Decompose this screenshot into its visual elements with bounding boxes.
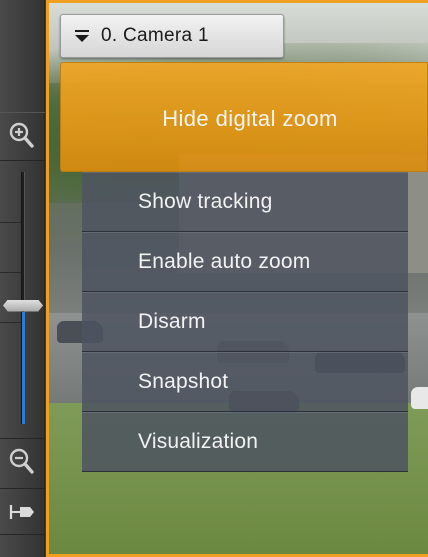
menu-item-label: Snapshot (138, 370, 229, 393)
zoom-slider-handle[interactable] (3, 299, 43, 312)
toolbar-divider (0, 112, 45, 113)
toolbar-divider (0, 160, 45, 161)
menu-item-show-tracking[interactable]: Show tracking (82, 172, 408, 232)
zoom-toolbar (0, 0, 45, 557)
zoom-slider-fill (22, 311, 25, 424)
dropdown-triangle-icon (75, 30, 89, 42)
slider-tick (0, 322, 22, 323)
menu-item-disarm[interactable]: Disarm (82, 292, 408, 352)
fit-to-window-button[interactable] (3, 494, 41, 530)
toolbar-divider (0, 438, 45, 439)
menu-item-label: Enable auto zoom (138, 250, 311, 273)
menu-item-visualization[interactable]: Visualization (82, 412, 408, 472)
toolbar-divider (0, 534, 45, 535)
slider-tick (0, 222, 22, 223)
zoom-in-button[interactable] (3, 118, 41, 154)
video-car (411, 387, 428, 409)
camera-name-label: 0. Camera 1 (101, 25, 209, 46)
zoom-in-icon (9, 122, 34, 148)
menu-item-snapshot[interactable]: Snapshot (82, 352, 408, 412)
menu-item-label: Show tracking (138, 190, 273, 213)
hide-digital-zoom-label: Hide digital zoom (162, 106, 338, 131)
camera-context-menu: Show tracking Enable auto zoom Disarm Sn… (82, 172, 408, 472)
zoom-out-button[interactable] (3, 444, 41, 480)
camera-selector-dropdown[interactable]: 0. Camera 1 (60, 14, 284, 58)
menu-item-label: Disarm (138, 310, 206, 333)
toolbar-divider (0, 488, 45, 489)
menu-item-label: Visualization (138, 430, 259, 453)
fit-to-window-icon (9, 505, 34, 519)
menu-item-enable-auto-zoom[interactable]: Enable auto zoom (82, 232, 408, 292)
hide-digital-zoom-menu-item[interactable]: Hide digital zoom (60, 62, 428, 172)
slider-tick (0, 272, 22, 273)
zoom-out-icon (9, 448, 34, 474)
